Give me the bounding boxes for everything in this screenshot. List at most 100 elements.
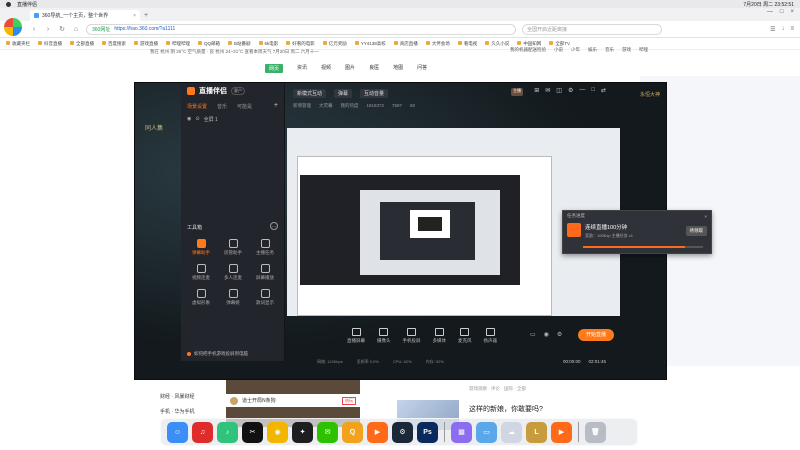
dock-cloud-icon[interactable]: ☁ <box>501 421 522 443</box>
site-right-link[interactable]: 娱乐 <box>588 47 597 53</box>
dock-launchpad-icon[interactable]: ▦ <box>451 421 472 443</box>
claim-button[interactable]: 待领取 <box>685 226 707 236</box>
dock-folder-icon[interactable]: ▭ <box>476 421 497 443</box>
dock-qq-icon[interactable]: ✦ <box>292 421 313 443</box>
tool-item[interactable]: 弹幕助手 <box>185 239 217 256</box>
gift-icon[interactable]: ⊞ <box>534 87 539 94</box>
tool-item[interactable]: 主播任务 <box>249 239 281 256</box>
dock-wechat-icon[interactable]: ✉ <box>317 421 338 443</box>
menubar-datetime[interactable]: 7月20日 周二 23:52:51 <box>743 1 794 8</box>
site-nav-item[interactable]: 地图 <box>393 64 403 73</box>
skin-icon[interactable]: ◫ <box>556 87 562 94</box>
site-nav-item[interactable]: 资讯 <box>297 64 307 73</box>
forward-icon[interactable]: › <box>44 26 52 33</box>
site-nav-item[interactable]: 网页 <box>265 64 284 73</box>
bookmark-item[interactable]: 哔哩哔哩 <box>166 41 190 47</box>
bookmark-item[interactable]: YY4138高校 <box>355 41 386 47</box>
bookmark-item[interactable]: QQ邮箱 <box>198 41 220 47</box>
source-control[interactable]: 多媒体 <box>433 328 446 344</box>
top-mode-pill[interactable]: 弹幕 <box>334 89 353 98</box>
source-control[interactable]: 直播屏幕 <box>347 328 365 344</box>
dock-league-icon[interactable]: L <box>526 421 547 443</box>
site-right-link[interactable]: 小说 <box>554 47 563 53</box>
site-right-link[interactable]: 哔哩 <box>639 47 648 53</box>
dock-netease-music-icon[interactable]: ♫ <box>192 421 213 443</box>
tool-item[interactable]: 弹幕姬 <box>217 289 249 306</box>
scene-item[interactable]: ◉ ⊙ 全屏 1 <box>181 114 284 125</box>
apple-icon[interactable] <box>6 1 11 7</box>
bookmark-item[interactable]: 好看的电影 <box>286 41 315 47</box>
add-scene-icon[interactable]: + <box>274 102 278 110</box>
site-nav-item[interactable]: 良医 <box>369 64 379 73</box>
dock-qq-music-icon[interactable]: ♪ <box>217 421 238 443</box>
dock-photoshop-icon[interactable]: Ps <box>417 421 438 443</box>
game-title-row[interactable]: 道士开局N条狗 热玩 <box>226 394 360 407</box>
dock-capcut-icon[interactable]: ✂ <box>242 421 263 443</box>
version-badge[interactable]: 客户 <box>231 87 245 95</box>
bookmark-item[interactable]: 亿元奖励 <box>323 41 347 47</box>
home-icon[interactable]: ⌂ <box>72 26 80 33</box>
tool-item[interactable]: 房管助手 <box>217 239 249 256</box>
dock-stream-companion-2-icon[interactable]: ▶ <box>551 421 572 443</box>
live-settings-icon[interactable]: ⚙ <box>557 331 562 338</box>
search-input[interactable]: 全国开启近距离接 <box>522 23 662 35</box>
side-tab[interactable]: 音乐 <box>217 103 227 110</box>
camera-toggle-icon[interactable]: ▭ <box>530 331 536 338</box>
tool-item[interactable]: 视频连麦 <box>185 264 217 281</box>
minimize-icon[interactable]: — <box>767 9 773 15</box>
bookmark-item[interactable]: 大伴会场 <box>426 41 450 47</box>
menu-icon[interactable]: ≡ <box>790 26 794 33</box>
bookmark-item[interactable]: B站番剧 <box>228 41 251 47</box>
back-icon[interactable]: ‹ <box>30 26 38 33</box>
dock-steam-icon[interactable]: ⚙ <box>392 421 413 443</box>
menubar-app-name[interactable]: 直播伴侣 <box>17 2 37 8</box>
tab-360-home[interactable]: 360导航_一个主页，整个世界 × <box>30 10 140 21</box>
bookmark-item[interactable]: 百度搜索 <box>102 41 126 47</box>
settings-icon[interactable]: ⚙ <box>568 87 573 94</box>
eye-icon[interactable]: ◉ <box>187 116 191 123</box>
toolbox-more-icon[interactable]: … <box>270 222 278 230</box>
tool-item[interactable]: 歌词显示 <box>249 289 281 306</box>
dock-stream-companion-icon[interactable]: ▶ <box>367 421 388 443</box>
bookmark-item[interactable]: 6k电影 <box>259 41 279 47</box>
preview-toggle-icon[interactable]: ◉ <box>544 331 549 338</box>
bookmark-item[interactable]: 游戏直播 <box>134 41 158 47</box>
popup-close-icon[interactable]: × <box>704 214 707 219</box>
start-live-button[interactable]: 开始直播 <box>578 329 614 341</box>
site-nav-item[interactable]: 问答 <box>417 64 427 73</box>
news-title[interactable]: 这样的新娘，你敢要吗? <box>469 404 543 414</box>
bookmark-item[interactable]: 全部直播 <box>70 41 94 47</box>
tool-item[interactable]: 屏幕播放 <box>249 264 281 281</box>
share-icon[interactable]: ⇄ <box>601 87 606 94</box>
source-control[interactable]: 手机投屏 <box>403 328 421 344</box>
minimize-app-icon[interactable]: — <box>579 87 585 94</box>
source-control[interactable]: 扬声器 <box>484 328 497 344</box>
dock-finder-icon[interactable]: ☺ <box>167 421 188 443</box>
link-finance[interactable]: 财经 · 风暴财经 <box>160 390 194 405</box>
bookmark-item[interactable]: 商店直播 <box>394 41 418 47</box>
side-tab[interactable]: 场景设置 <box>187 103 207 110</box>
top-mode-pill[interactable]: 互动音量 <box>360 89 389 98</box>
download-icon[interactable]: ↓ <box>781 26 784 33</box>
bookmark-item[interactable]: 中国知网 <box>517 41 541 47</box>
site-right-link[interactable]: 游戏 <box>622 47 631 53</box>
avatar[interactable]: 主播 <box>511 88 523 96</box>
site-nav-item[interactable]: 视频 <box>321 64 331 73</box>
maximize-icon[interactable]: □ <box>780 9 784 15</box>
side-tab[interactable]: 可能是 <box>237 103 252 110</box>
tab-close-icon[interactable]: × <box>133 13 136 19</box>
fullscreen-icon[interactable]: □ <box>591 87 595 94</box>
top-mode-pill[interactable]: 新模式互动 <box>293 89 327 98</box>
new-tab-button[interactable]: + <box>144 10 148 21</box>
mirror-tip[interactable]: 如何把手机游戏投屏到电脑 <box>187 351 248 357</box>
dock-trash-icon[interactable]: 🗑 <box>585 421 606 443</box>
site-right-link[interactable]: 我的机器配送检验 <box>510 47 546 53</box>
extensions-icon[interactable]: ☰ <box>770 26 775 33</box>
browser-logo-icon[interactable] <box>4 18 22 36</box>
bookmark-item[interactable]: 抖音直播 <box>38 41 62 47</box>
bookmark-item[interactable]: 收藏夹栏 <box>6 41 30 47</box>
close-icon[interactable]: × <box>790 9 794 15</box>
source-control[interactable]: 麦克风 <box>458 328 472 344</box>
tool-item[interactable]: 虚拟形象 <box>185 289 217 306</box>
tool-item[interactable]: 多人连麦 <box>217 264 249 281</box>
